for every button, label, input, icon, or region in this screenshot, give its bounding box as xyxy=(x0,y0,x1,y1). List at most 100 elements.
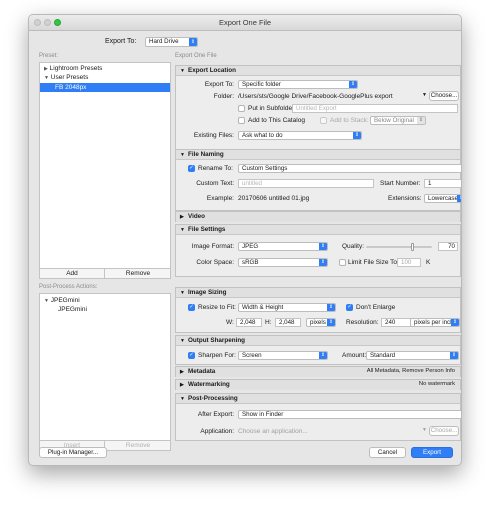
sharpen-for-checkbox[interactable]: ✓ xyxy=(188,352,195,359)
export-location-header[interactable]: ▼ Export Location xyxy=(176,66,460,76)
chevron-updown-icon: ⇕ xyxy=(349,81,357,88)
subfolder-input[interactable]: Untitled Export xyxy=(292,104,458,113)
rename-to-checkbox[interactable]: ✓ xyxy=(188,165,195,172)
limit-file-size-checkbox[interactable] xyxy=(339,259,346,266)
chevron-updown-icon: ⇕ xyxy=(353,132,361,139)
height-label: H: xyxy=(265,319,272,326)
location-export-to-select[interactable]: Specific folder ⇕ xyxy=(238,80,358,89)
add-preset-button[interactable]: Add xyxy=(40,269,105,278)
limit-file-size-input[interactable]: 100 xyxy=(397,258,421,267)
height-input[interactable]: 2,048 xyxy=(275,318,301,327)
watermark-summary: No watermark xyxy=(418,381,455,387)
resolution-label: Resolution: xyxy=(346,319,379,326)
custom-text-input[interactable]: untitled xyxy=(238,179,374,188)
metadata-header[interactable]: ▶ Metadata All Metadata, Remove Person Inf… xyxy=(176,367,460,377)
sharpen-for-label: Sharpen For: xyxy=(198,352,236,359)
select-value: JPEG xyxy=(242,243,259,250)
add-to-catalog-checkbox[interactable] xyxy=(238,117,245,124)
rename-to-label: Rename To: xyxy=(198,165,233,172)
application-dropdown-icon[interactable]: ▼ xyxy=(422,427,427,433)
preset-folder-user[interactable]: ▼ User Presets xyxy=(44,74,88,81)
chevron-updown-icon: ⇕ xyxy=(457,195,461,202)
size-unit-select[interactable]: pixels ⇕ xyxy=(306,318,336,327)
sharpen-for-select[interactable]: Screen ⇕ xyxy=(238,351,328,360)
existing-files-label: Existing Files: xyxy=(193,132,234,139)
remove-preset-button[interactable]: Remove xyxy=(105,269,171,278)
chevron-updown-icon: ⇕ xyxy=(461,411,462,418)
color-space-label: Color Space: xyxy=(196,259,234,266)
choose-application-button[interactable]: Choose... xyxy=(429,426,459,436)
select-value: Below Original xyxy=(374,117,414,124)
watermarking-header[interactable]: ▶ Watermarking No watermark xyxy=(176,380,460,390)
metadata-summary: All Metadata, Remove Person Info xyxy=(366,368,455,374)
disclosure-down-icon: ▼ xyxy=(180,152,185,158)
export-dialog: Export One File Export To: Hard Drive ⇕ … xyxy=(28,14,462,466)
file-settings-header[interactable]: ▼ File Settings xyxy=(176,225,460,235)
start-number-input[interactable]: 1 xyxy=(424,179,461,188)
color-space-select[interactable]: sRGB ⇕ xyxy=(238,258,328,267)
placeholder: Untitled Export xyxy=(296,105,337,112)
quality-slider-thumb[interactable] xyxy=(410,243,414,251)
action-folder-jpegmini[interactable]: ▼ JPEGmini xyxy=(44,297,80,304)
chevron-updown-icon: ⇕ xyxy=(319,259,327,266)
export-to-select[interactable]: Hard Drive ⇕ xyxy=(145,37,198,47)
section-title: Metadata xyxy=(188,368,216,375)
action-folder-label: JPEGmini xyxy=(50,297,80,304)
application-placeholder[interactable]: Choose an application... xyxy=(238,428,308,435)
preset-list: ▶ Lightroom Presets ▼ User Presets FB 20… xyxy=(39,62,171,269)
resize-to-fit-checkbox[interactable]: ✓ xyxy=(188,304,195,311)
image-sizing-header[interactable]: ▼ Image Sizing xyxy=(176,288,460,298)
disclosure-right-icon: ▶ xyxy=(180,382,184,388)
example-label: Example: xyxy=(206,195,234,202)
section-title: File Settings xyxy=(188,226,226,233)
resize-to-fit-select[interactable]: Width & Height ⇕ xyxy=(238,303,336,312)
image-format-select[interactable]: JPEG ⇕ xyxy=(238,242,328,251)
chevron-updown-icon: ⇕ xyxy=(451,319,459,326)
put-in-subfolder-label: Put in Subfolder: xyxy=(248,105,297,112)
chevron-updown-icon: ⇕ xyxy=(327,304,335,311)
chevron-updown-icon: ⇕ xyxy=(450,352,458,359)
extensions-select[interactable]: Lowercase⇕ xyxy=(424,194,461,203)
disclosure-down-icon: ▼ xyxy=(180,338,185,344)
section-title: Watermarking xyxy=(188,381,230,388)
width-input[interactable]: 2,048 xyxy=(236,318,262,327)
image-format-label: Image Format: xyxy=(191,243,234,250)
select-value: pixels xyxy=(310,319,326,326)
preset-folder-lightroom[interactable]: ▶ Lightroom Presets xyxy=(44,65,102,72)
post-process-header: Post-Process Actions: xyxy=(39,284,98,290)
remove-action-button[interactable]: Remove xyxy=(105,441,171,450)
chevron-updown-icon: ⇕ xyxy=(319,243,327,250)
folder-path: /Users/sts/Google Drive/Facebook-GoogleP… xyxy=(238,93,393,100)
add-to-stack-label: Add to Stack: xyxy=(330,117,369,124)
choose-folder-button[interactable]: Choose... xyxy=(429,91,459,101)
preset-item-fb-2048px[interactable]: FB 2048px xyxy=(40,83,170,92)
amount-select[interactable]: Standard ⇕ xyxy=(366,351,459,360)
action-item-jpegmini[interactable]: JPEGmini xyxy=(58,306,87,313)
post-processing-header[interactable]: ▼ Post-Processing xyxy=(176,394,460,404)
put-in-subfolder-checkbox[interactable] xyxy=(238,105,245,112)
folder-dropdown-icon[interactable]: ▼ xyxy=(422,92,427,98)
watermarking-panel: ▶ Watermarking No watermark xyxy=(175,379,461,390)
plugin-manager-button[interactable]: Plug-in Manager... xyxy=(39,447,107,458)
stack-position-select[interactable]: Below Original ⇕ xyxy=(370,116,426,125)
preset-item-label: FB 2048px xyxy=(55,84,87,91)
resolution-unit-select[interactable]: pixels per inch ⇕ xyxy=(410,318,460,327)
export-to-value: Hard Drive xyxy=(149,38,179,45)
after-export-select[interactable]: Show in Finder ⇕ xyxy=(238,410,462,419)
quality-slider[interactable] xyxy=(366,243,432,251)
add-to-stack-checkbox[interactable] xyxy=(320,117,327,124)
cancel-button[interactable]: Cancel xyxy=(369,447,406,458)
rename-to-select[interactable]: Custom Settings ⇕ xyxy=(238,164,461,173)
quality-label: Quality: xyxy=(342,243,365,250)
disclosure-right-icon: ▶ xyxy=(44,66,48,72)
location-export-to-label: Export To: xyxy=(204,81,234,88)
video-header[interactable]: ▶ Video xyxy=(176,212,460,222)
dont-enlarge-checkbox[interactable]: ✓ xyxy=(346,304,353,311)
quality-input[interactable]: 70 xyxy=(438,242,458,251)
file-naming-header[interactable]: ▼ File Naming xyxy=(176,150,460,160)
existing-files-select[interactable]: Ask what to do ⇕ xyxy=(238,131,362,140)
output-sharpening-header[interactable]: ▼ Output Sharpening xyxy=(176,336,460,346)
file-settings-panel: ▼ File Settings Image Format: JPEG ⇕ Quali… xyxy=(175,224,461,277)
export-button[interactable]: Export xyxy=(411,447,453,458)
select-value: Lowercase xyxy=(428,195,458,202)
